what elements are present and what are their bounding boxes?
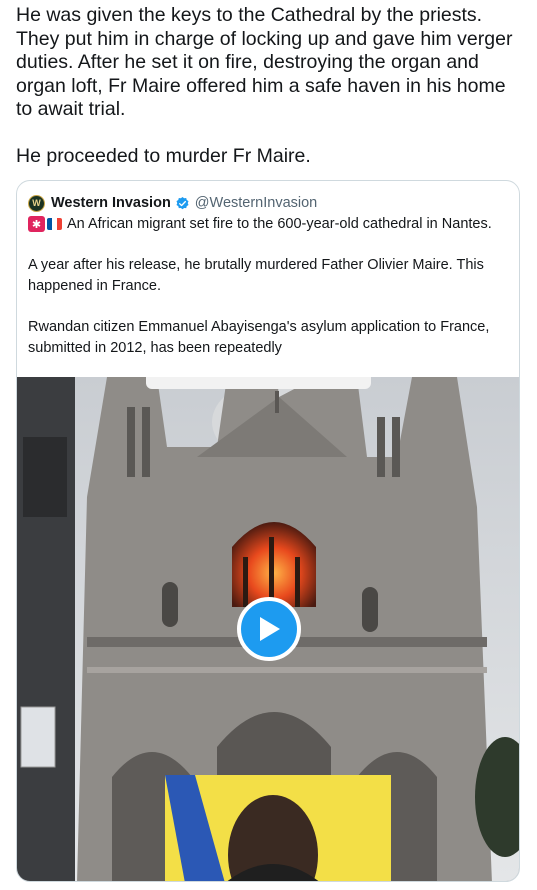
video-overlay-bar — [146, 377, 371, 389]
quoted-tweet-header: W Western Invasion @WesternInvasion — [28, 193, 317, 213]
france-flag-icon — [47, 218, 62, 230]
author-display-name[interactable]: Western Invasion — [51, 195, 171, 211]
video-thumbnail[interactable] — [17, 377, 519, 881]
tweet-text: He was given the keys to the Cathedral b… — [16, 4, 513, 167]
quoted-tweet-paragraph-2: Rwandan citizen Emmanuel Abayisenga's as… — [28, 319, 490, 356]
inset-photo — [165, 775, 391, 881]
police-light-emoji-icon: ✱ — [28, 216, 45, 232]
quoted-tweet-first-line: ✱ An African migrant set fire to the 600… — [28, 216, 492, 232]
avatar[interactable]: W — [28, 194, 45, 212]
author-handle[interactable]: @WesternInvasion — [195, 195, 317, 211]
quoted-tweet-card[interactable]: W Western Invasion @WesternInvasion ✱ An… — [16, 180, 520, 882]
quoted-tweet-paragraph-1: A year after his release, he brutally mu… — [28, 257, 484, 294]
play-icon — [260, 617, 280, 641]
quoted-tweet-line1: An African migrant set fire to the 600-y… — [67, 216, 492, 232]
verified-badge-icon — [176, 196, 189, 209]
play-button[interactable] — [237, 597, 301, 661]
